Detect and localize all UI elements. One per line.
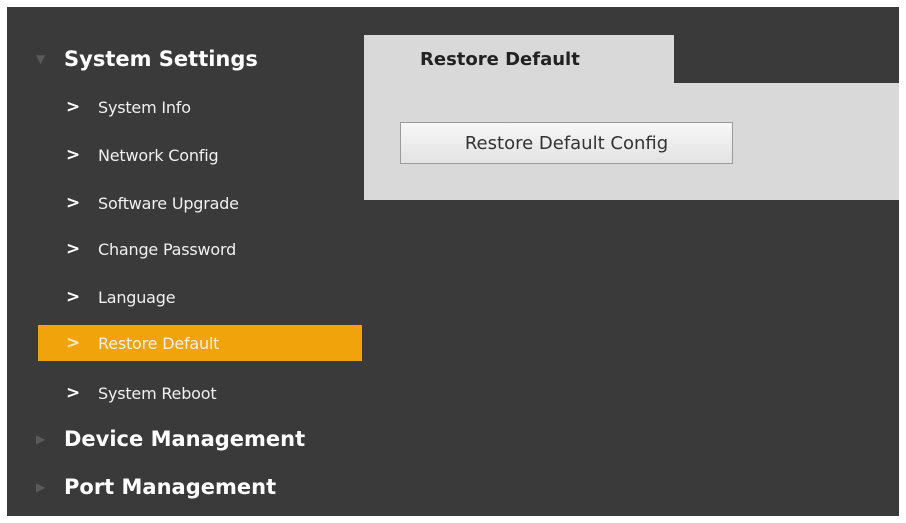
chevron-right-icon: > bbox=[66, 333, 81, 353]
chevron-right-icon: > bbox=[66, 193, 81, 213]
chevron-right-icon: > bbox=[66, 239, 81, 259]
triangle-right-icon: ▶ bbox=[36, 432, 46, 446]
chevron-right-icon: > bbox=[66, 383, 81, 403]
sidebar-item-label: Network Config bbox=[98, 145, 219, 165]
tab-label: Restore Default bbox=[420, 48, 580, 70]
sidebar-item-software-upgrade[interactable]: > Software Upgrade bbox=[38, 185, 362, 221]
sidebar-item-system-info[interactable]: > System Info bbox=[38, 89, 362, 125]
section-label: Device Management bbox=[64, 427, 306, 451]
triangle-right-icon: ▶ bbox=[36, 480, 46, 494]
sidebar-item-restore-default[interactable]: > Restore Default bbox=[38, 325, 362, 361]
sidebar-item-label: Change Password bbox=[98, 239, 237, 259]
sidebar-item-language[interactable]: > Language bbox=[38, 279, 362, 315]
sidebar-item-network-config[interactable]: > Network Config bbox=[38, 137, 362, 173]
chevron-right-icon: > bbox=[66, 145, 81, 165]
section-label: System Settings bbox=[64, 47, 258, 71]
chevron-right-icon: > bbox=[66, 97, 81, 117]
sidebar-item-label: Language bbox=[98, 287, 176, 307]
sidebar-item-system-reboot[interactable]: > System Reboot bbox=[38, 375, 362, 411]
section-label: Port Management bbox=[64, 475, 277, 499]
sidebar: ▼ System Settings > System Info > Networ… bbox=[7, 7, 362, 516]
sidebar-item-change-password[interactable]: > Change Password bbox=[38, 231, 362, 267]
sidebar-item-label: Software Upgrade bbox=[98, 193, 239, 213]
sidebar-item-label: System Reboot bbox=[98, 383, 217, 403]
sidebar-item-label: Restore Default bbox=[98, 333, 220, 353]
sidebar-section-device-management[interactable]: ▶ Device Management bbox=[7, 419, 305, 459]
sidebar-section-system-settings[interactable]: ▼ System Settings bbox=[7, 39, 258, 79]
chevron-right-icon: > bbox=[66, 287, 81, 307]
restore-default-config-button[interactable]: Restore Default Config bbox=[400, 122, 733, 164]
content-panel: Restore Default Config bbox=[364, 83, 899, 200]
sidebar-section-port-management[interactable]: ▶ Port Management bbox=[7, 467, 276, 507]
app-frame: ▼ System Settings > System Info > Networ… bbox=[7, 7, 899, 516]
tab-restore-default[interactable]: Restore Default bbox=[364, 35, 674, 83]
triangle-down-icon: ▼ bbox=[36, 52, 46, 66]
sidebar-item-label: System Info bbox=[98, 97, 191, 117]
